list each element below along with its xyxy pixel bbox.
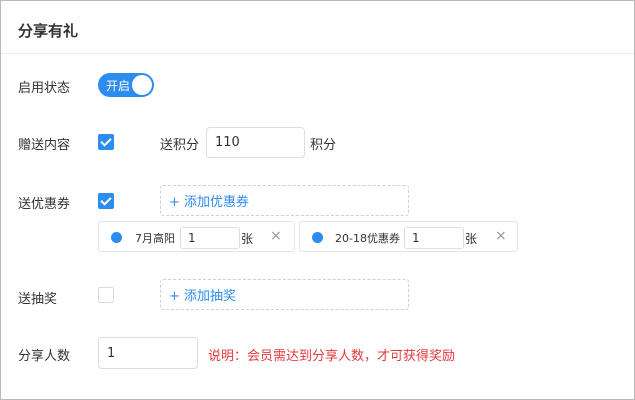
add-coupon-button[interactable]: + 添加优惠券 — [160, 185, 409, 216]
points-unit: 积分 — [310, 138, 337, 153]
coupon-quantity-input[interactable]: 1 — [404, 227, 464, 249]
coupon-label: 送优惠券 — [18, 197, 71, 212]
share-count-note: 说明：会员需达到分享人数，才可获得奖励 — [208, 349, 456, 364]
gift-checkbox[interactable] — [98, 134, 114, 150]
panel-header: 分享有礼 — [1, 1, 634, 54]
gift-label: 赠送内容 — [18, 138, 71, 153]
switch-text: 开启 — [106, 79, 131, 93]
points-label: 送积分 — [160, 138, 200, 153]
coupon-name: 20-18优惠券 — [335, 232, 400, 245]
points-input[interactable]: 110 — [206, 127, 305, 158]
remove-coupon-icon[interactable]: × — [495, 228, 507, 244]
coupon-checkbox[interactable] — [98, 193, 114, 209]
coupon-item: 7月高阳 1 张 × — [98, 221, 295, 252]
share-count-label: 分享人数 — [18, 349, 71, 364]
status-label: 启用状态 — [18, 81, 71, 96]
lottery-label: 送抽奖 — [18, 292, 58, 307]
coupon-dot-icon — [312, 232, 323, 243]
enable-switch[interactable]: 开启 — [98, 73, 154, 97]
remove-coupon-icon[interactable]: × — [270, 228, 282, 244]
coupon-dot-icon — [111, 232, 122, 243]
coupon-unit: 张 — [241, 232, 254, 246]
coupon-unit: 张 — [465, 232, 478, 246]
coupon-item: 20-18优惠券 1 张 × — [299, 221, 518, 252]
share-gift-panel: 分享有礼 启用状态 开启 赠送内容 送积分 110 积分 送优惠券 + 添加优惠… — [0, 0, 635, 400]
lottery-checkbox[interactable] — [98, 287, 114, 303]
switch-knob — [132, 75, 152, 95]
add-lottery-button[interactable]: + 添加抽奖 — [160, 279, 409, 310]
coupon-quantity-input[interactable]: 1 — [180, 227, 240, 249]
coupon-name: 7月高阳 — [135, 232, 175, 245]
share-count-input[interactable]: 1 — [98, 337, 198, 369]
panel-title: 分享有礼 — [18, 22, 79, 40]
